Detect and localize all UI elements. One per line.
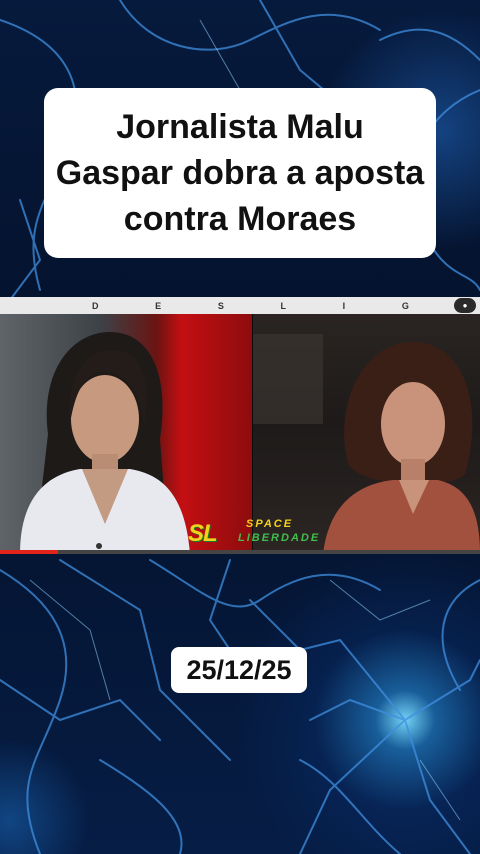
ticker-letter: D [92,300,99,311]
channel-logo-icon: ● [454,298,476,313]
headline-card: Jornalista Malu Gaspar dobra a aposta co… [44,88,436,258]
video-progress-bar[interactable] [0,550,480,554]
ticker-bar: D E S L I G A ● [0,297,480,314]
ticker-letter: L [280,300,287,311]
watermark-line1: SPACE [246,518,294,530]
ticker-letter: E [155,300,162,311]
date-card: 25/12/25 [171,647,307,693]
channel-watermark: SL SPACE LIBERDADE [188,514,328,548]
date-text: 25/12/25 [186,654,292,685]
headline-text: Jornalista Malu Gaspar dobra a aposta co… [55,108,425,238]
video-progress-fill [0,550,58,554]
ticker-letter: S [217,300,224,311]
watermark-logo: SL [188,520,218,547]
ticker-letter: I [342,300,346,311]
watermark-line2: LIBERDADE [238,532,321,544]
ticker-letter: G [401,300,409,311]
video-frame[interactable]: SL SPACE LIBERDADE [0,314,480,554]
ticker-letters: D E S L I G A [92,301,472,311]
